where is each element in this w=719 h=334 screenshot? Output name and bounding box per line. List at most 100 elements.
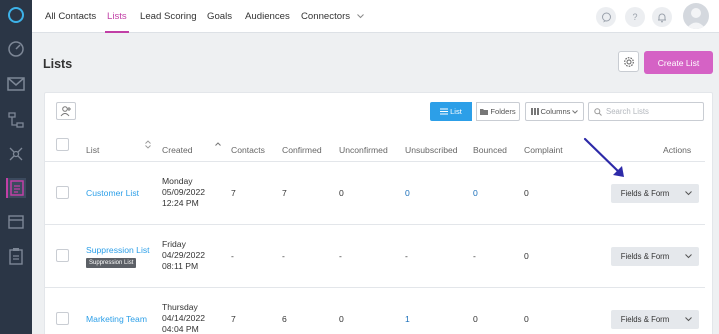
select-all-checkbox[interactable] [56, 138, 69, 151]
add-contact-button[interactable] [56, 102, 76, 120]
header-confirmed[interactable]: Confirmed [282, 145, 322, 155]
created-date: 04/14/2022 [162, 313, 206, 323]
chevron-down-icon[interactable] [679, 191, 697, 196]
complaint-count: 0 [524, 188, 529, 198]
help-icon[interactable]: ? [625, 7, 645, 27]
created-day: Monday [162, 176, 193, 186]
lists-panel: List Folders Columns List Created Contac… [44, 92, 713, 334]
columns-icon [530, 108, 539, 115]
fields-form-label: Fields & Form [620, 315, 670, 324]
header-unconfirmed[interactable]: Unconfirmed [339, 145, 388, 155]
confirmed-count: - [282, 251, 285, 261]
site-icon[interactable] [6, 212, 26, 232]
list-name-link[interactable]: Marketing Team [86, 314, 147, 324]
chevron-down-icon [356, 14, 364, 19]
header-bounced[interactable]: Bounced [473, 145, 507, 155]
chevron-down-icon [572, 109, 579, 114]
tab-audiences[interactable]: Audiences [245, 0, 290, 33]
list-name-link[interactable]: Suppression List [86, 245, 150, 255]
created-date: 04/29/2022 [162, 250, 206, 260]
unconfirmed-count: 0 [339, 188, 344, 198]
row-checkbox[interactable] [56, 312, 69, 325]
sidebar [0, 0, 32, 334]
header-list[interactable]: List [86, 145, 99, 155]
view-folders-label: Folders [490, 107, 516, 116]
created-day: Thursday [162, 302, 198, 312]
bounced-count: - [473, 251, 476, 261]
tab-connectors[interactable]: Connectors [301, 0, 364, 33]
suppression-badge: Suppression List [86, 258, 137, 268]
chat-icon[interactable] [596, 7, 616, 27]
gear-icon [623, 56, 634, 67]
activecampaign-logo[interactable] [6, 5, 26, 25]
created-time: 04:04 PM [162, 324, 199, 334]
header-contacts[interactable]: Contacts [231, 145, 265, 155]
deals-icon[interactable] [6, 144, 26, 164]
chevron-down-icon[interactable] [679, 254, 697, 259]
divider [45, 287, 705, 288]
svg-text:?: ? [632, 12, 637, 22]
contacts-count: 7 [231, 188, 236, 198]
list-name-link[interactable]: Customer List [86, 188, 139, 198]
fields-form-label: Fields & Form [620, 189, 670, 198]
page-header: Lists [32, 33, 719, 93]
folder-icon [480, 109, 489, 115]
tab-lead-scoring[interactable]: Lead Scoring [140, 0, 197, 33]
row-checkbox[interactable] [56, 186, 69, 199]
list-icon [440, 108, 449, 115]
unconfirmed-count: 0 [339, 314, 344, 324]
add-user-icon [60, 106, 71, 117]
created-time: 12:24 PM [162, 198, 199, 208]
divider [45, 224, 705, 225]
columns-label: Columns [540, 107, 571, 116]
header-actions: Actions [663, 145, 692, 155]
created-cell: Friday 04/29/2022 08:11 PM [162, 239, 205, 272]
unconfirmed-count: - [339, 251, 342, 261]
complaint-count: 0 [524, 314, 529, 324]
header-complaint[interactable]: Complaint [524, 145, 563, 155]
fields-form-button[interactable]: Fields & Form [611, 247, 699, 266]
tab-all-contacts[interactable]: All Contacts [45, 0, 96, 33]
fields-form-label: Fields & Form [620, 252, 670, 261]
fields-form-button[interactable]: Fields & Form [611, 184, 699, 203]
bounced-count[interactable]: 0 [473, 188, 478, 198]
unsubscribed-count[interactable]: 1 [405, 314, 410, 324]
sort-icon[interactable] [145, 140, 151, 149]
tab-connectors-label: Connectors [301, 11, 351, 22]
tab-lists[interactable]: Lists [105, 0, 129, 33]
header-created[interactable]: Created [162, 145, 193, 155]
view-list-toggle[interactable]: List [430, 102, 472, 121]
settings-button[interactable] [618, 51, 639, 72]
dashboard-icon[interactable] [6, 38, 26, 58]
view-folders-toggle[interactable]: Folders [476, 102, 520, 121]
fields-form-button[interactable]: Fields & Form [611, 310, 699, 329]
bell-icon[interactable] [652, 7, 672, 27]
create-list-button[interactable]: Create List [644, 51, 713, 74]
automations-icon[interactable] [6, 110, 26, 130]
created-day: Friday [162, 239, 186, 249]
columns-dropdown[interactable]: Columns [525, 102, 584, 121]
reports-icon[interactable] [6, 246, 26, 266]
chevron-down-icon[interactable] [679, 317, 697, 322]
unsubscribed-count[interactable]: 0 [405, 188, 410, 198]
created-time: 08:11 PM [162, 261, 199, 271]
contacts-icon[interactable] [6, 178, 26, 198]
top-nav: All Contacts Lists Lead Scoring Goals Au… [32, 0, 719, 33]
avatar[interactable] [683, 3, 709, 29]
email-icon[interactable] [6, 74, 26, 94]
unsubscribed-count: - [405, 251, 408, 261]
contacts-count: - [231, 251, 234, 261]
tab-goals[interactable]: Goals [207, 0, 232, 33]
search-icon [594, 107, 602, 116]
search-input[interactable] [606, 107, 698, 116]
created-cell: Monday 05/09/2022 12:24 PM [162, 176, 205, 209]
sort-asc-icon[interactable] [215, 142, 221, 146]
created-cell: Thursday 04/14/2022 04:04 PM [162, 302, 205, 334]
confirmed-count: 7 [282, 188, 287, 198]
bounced-count: 0 [473, 314, 478, 324]
search-box[interactable] [588, 102, 704, 121]
annotation-arrow-icon [583, 137, 624, 177]
row-checkbox[interactable] [56, 249, 69, 262]
view-list-label: List [450, 107, 462, 116]
header-unsubscribed[interactable]: Unsubscribed [405, 145, 458, 155]
